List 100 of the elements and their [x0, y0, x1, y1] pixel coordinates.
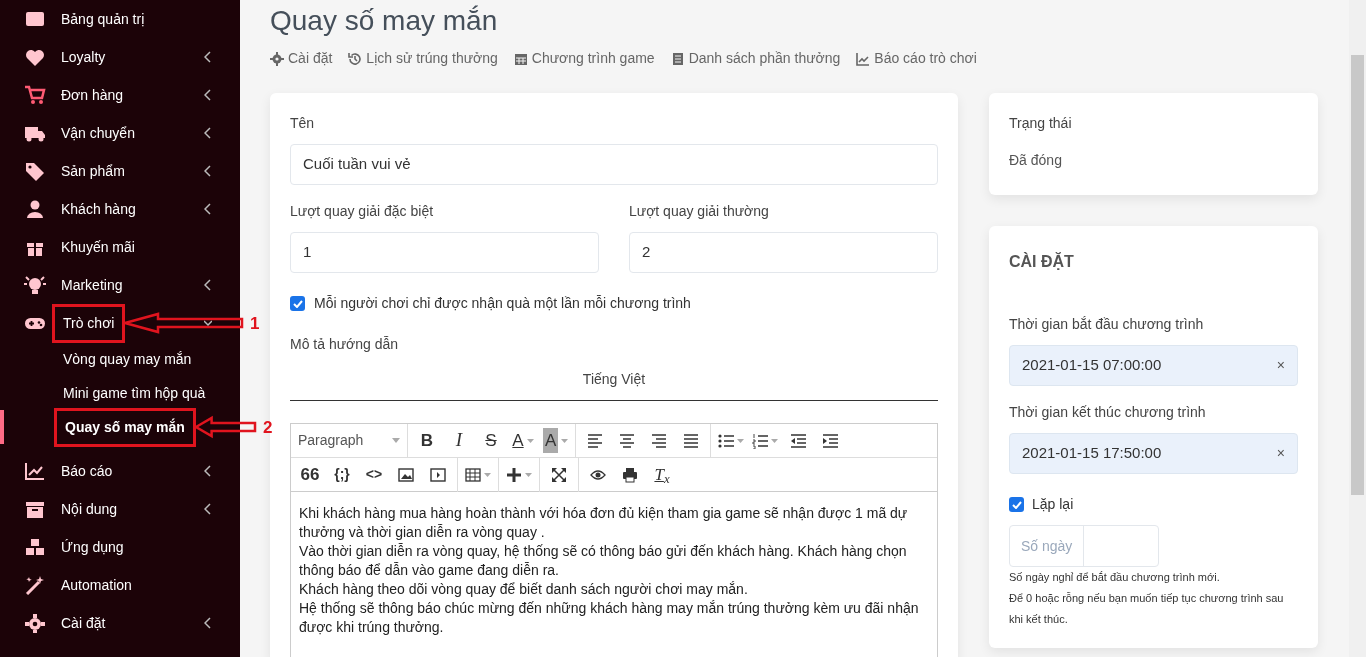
field-label: Thời gian bắt đầu chương trình	[1009, 315, 1205, 334]
input-field[interactable]: 2	[629, 232, 938, 273]
tab-link[interactable]: Báo cáo trò chơi	[856, 48, 977, 69]
language-tab[interactable]: Tiếng Việt	[290, 361, 938, 401]
fullscreen-icon	[551, 466, 567, 483]
checkbox-label: Lặp lại	[1032, 495, 1074, 514]
caret-icon	[392, 438, 400, 443]
tab-link[interactable]: Danh sách phần thưởng	[670, 48, 841, 69]
calendar-icon	[513, 51, 528, 66]
submenu-item[interactable]: Vòng quay may mắn	[0, 342, 240, 376]
sidebar-item[interactable]: Automation	[0, 566, 240, 604]
field-label: Trạng thái	[1009, 114, 1073, 133]
rich-text-editor[interactable]	[290, 423, 938, 657]
bulleted-list-icon	[718, 432, 735, 449]
date-field[interactable]: 2021-01-15 07:00:00 ×	[1009, 345, 1298, 386]
date-value: 2021-01-15 07:00:00	[1022, 355, 1162, 376]
menu-label: Đơn hàng	[61, 85, 124, 105]
checkbox[interactable]	[290, 296, 305, 311]
format-dropdown[interactable]: Paragraph	[294, 425, 404, 456]
format-button[interactable]: S	[475, 425, 507, 456]
tab-link[interactable]: Lịch sử trúng thưởng	[348, 48, 498, 69]
sidebar-item[interactable]: Sản phẩm	[0, 152, 240, 190]
archive-icon	[24, 499, 46, 519]
format-button[interactable]: <>	[358, 459, 390, 490]
field-label: Tên	[290, 114, 316, 133]
field-label: Lượt quay giải đặc biệt	[290, 202, 435, 221]
person-icon	[24, 199, 46, 219]
sidebar-item[interactable]: Ứng dụng	[0, 528, 240, 566]
list-icon	[670, 51, 685, 66]
menu-label: Nội dung	[61, 499, 118, 519]
checkbox-label: Mỗi người chơi chỉ được nhận quà một lần mỗi chương trình	[314, 294, 691, 313]
format-button[interactable]: 66	[294, 459, 326, 490]
sidebar-item[interactable]: Báo cáo	[0, 452, 240, 490]
format-button[interactable]: T$_{x}$	[646, 459, 678, 490]
annotation-number: 1	[250, 314, 260, 333]
date-field[interactable]: 2021-01-15 17:50:00 ×	[1009, 433, 1298, 474]
menu-label: Automation	[61, 575, 132, 595]
outdent-icon	[790, 432, 807, 449]
card-heading: CÀI ĐẶT	[1009, 251, 1075, 272]
scrollbar[interactable]	[1349, 0, 1366, 657]
sidebar-item[interactable]: Bảng quản trị	[0, 0, 240, 38]
history-icon	[348, 51, 363, 66]
status-value: Đã đóng	[1009, 151, 1063, 170]
paragraph: Khách hàng theo dõi vòng quay để biết danh sách người chơi may mắn.	[299, 580, 749, 599]
field-label: Lượt quay giải thường	[629, 202, 770, 221]
table-icon	[465, 466, 481, 483]
align-center-icon	[619, 432, 636, 449]
lightbulb-icon	[24, 275, 46, 295]
checkbox[interactable]	[1009, 497, 1024, 512]
sidebar-item[interactable]: Vận chuyển	[0, 114, 240, 152]
menu-label: Báo cáo	[61, 461, 113, 481]
menu-label: Mini game tìm hộp quà	[63, 383, 206, 403]
tab-link[interactable]: Cài đặt	[270, 48, 333, 69]
clear-button[interactable]: ×	[1276, 443, 1285, 464]
sidebar-item[interactable]: Loyalty	[0, 38, 240, 76]
tab-link[interactable]: Chương trình game	[513, 48, 655, 69]
cubes-icon	[24, 537, 46, 557]
active-indicator	[0, 410, 4, 444]
sidebar-item[interactable]: Cài đặt	[0, 604, 240, 642]
paragraph: Khi khách hàng mua hàng hoàn thành với hóa đơn đủ kiện tham gia game sẽ nhận được 1 mã dự thưởng và thời gian diễn ra vòng quay .	[299, 504, 909, 542]
align-left-icon	[587, 432, 604, 449]
submenu-item[interactable]: Mini game tìm hộp quà	[0, 376, 240, 410]
paragraph: Vào thời gian diễn ra vòng quay, hệ thống sẽ có thông báo gửi đến khách hàng. Khách hàng chọn thông báo để dẫn vào game đang diễn ra.	[299, 542, 908, 580]
scrollbar-thumb[interactable]	[1351, 55, 1364, 495]
image-icon	[398, 466, 414, 483]
indent-icon	[822, 432, 839, 449]
format-button[interactable]: B	[411, 425, 443, 456]
format-button[interactable]: {;}	[326, 459, 358, 490]
format-button[interactable]: I	[443, 425, 475, 456]
page-title: Quay số may mắn	[270, 4, 499, 38]
menu-label: Khách hàng	[61, 199, 136, 219]
help-text: Số ngày nghỉ để bắt đầu chương trình mới.	[1009, 570, 1221, 585]
menu-label: Cài đặt	[61, 613, 106, 633]
heart-icon	[24, 47, 46, 67]
sidebar-item[interactable]: Marketing	[0, 266, 240, 304]
input-field[interactable]: Cuối tuần vui vẻ	[290, 144, 938, 185]
sidebar-item[interactable]: Nội dung	[0, 490, 240, 528]
menu-label: Vòng quay may mắn	[63, 349, 192, 369]
menu-label: Bảng quản trị	[61, 9, 145, 29]
input-field[interactable]: 1	[290, 232, 599, 273]
format-button[interactable]: A	[507, 425, 539, 456]
plus-icon	[506, 466, 522, 483]
chart-icon	[24, 461, 46, 481]
sidebar-item[interactable]: Đơn hàng	[0, 76, 240, 114]
sidebar-item[interactable]: Khách hàng	[0, 190, 240, 228]
sidebar-item[interactable]: Khuyến mãi	[0, 228, 240, 266]
field-label: Thời gian kết thúc chương trình	[1009, 403, 1207, 422]
film-icon	[430, 466, 446, 483]
tag-icon	[24, 161, 46, 181]
clear-button[interactable]: ×	[1276, 355, 1285, 376]
menu-label: Sản phẩm	[61, 161, 125, 181]
annotation-number: 2	[262, 418, 273, 437]
date-value: 2021-01-15 17:50:00	[1022, 443, 1162, 464]
input-addon: Số ngày	[1010, 526, 1085, 566]
help-text: Để 0 hoặc rỗng nếu bạn muốn tiếp tục chương trình sau khi kết thúc.	[1009, 591, 1285, 627]
format-button[interactable]: A	[539, 425, 573, 456]
align-justify-icon	[683, 432, 700, 449]
menu-label: Vận chuyển	[61, 123, 135, 143]
menu-label: Loyalty	[61, 47, 106, 67]
cart-icon	[24, 85, 46, 105]
